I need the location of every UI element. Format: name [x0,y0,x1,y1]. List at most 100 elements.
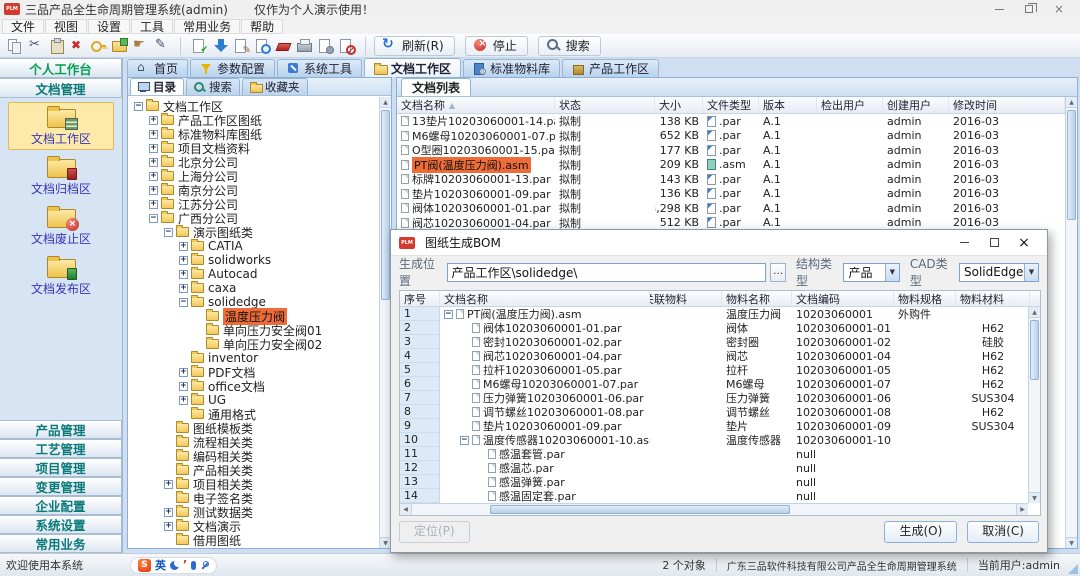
tree-node[interactable]: − 演示图纸类 [128,225,379,239]
column-header[interactable]: 状态 [555,97,655,113]
column-header[interactable]: 大小 [655,97,703,113]
tree-node[interactable]: + 北京分公司 [128,155,379,169]
bom-row[interactable]: 11 感温套管.par null [400,447,1028,461]
bom-row[interactable]: 10 −温度传感器10203060001-10.asm 温度传感器 102030… [400,433,1028,447]
hand-point-button[interactable] [130,35,151,56]
tree-node[interactable]: + 项目文档资料 [128,141,379,155]
tab-params[interactable]: 参数配置 [190,59,275,77]
ime-settings-icon[interactable] [200,561,209,570]
column-header[interactable]: 文档名称▲ [397,97,555,113]
tree-node[interactable]: − 广西分公司 [128,211,379,225]
tree-node[interactable]: + caxa [128,281,379,295]
sidebar-group[interactable]: 常用业务 [0,534,122,553]
dialog-minimize-button[interactable] [949,235,979,251]
sidebar-item-publish[interactable]: 文档发布区 [8,252,114,300]
sidebar-group[interactable]: 工艺管理 [0,439,122,458]
tree-node[interactable]: + 标准物料库图纸 [128,127,379,141]
sidebar-item-abolish[interactable]: × 文档废止区 [8,202,114,250]
tree-node[interactable]: 通用格式 [128,407,379,421]
subtab-favorites[interactable]: 收藏夹 [242,78,308,95]
bom-row[interactable]: 6 M6螺母10203060001-07.par M6螺母 1020306000… [400,377,1028,391]
document-row[interactable]: 13垫片10203060001-14.par 拟制 138 KB .par A.… [397,114,1065,129]
expand-icon[interactable]: + [164,480,173,489]
doc-properties-button[interactable] [315,35,336,56]
edit-button[interactable] [231,35,252,56]
tree-node[interactable]: + 南京分公司 [128,183,379,197]
print-button[interactable] [294,35,315,56]
resize-grip[interactable] [1068,564,1078,574]
tree-node[interactable]: + solidworks [128,253,379,267]
tree-node[interactable]: + 测试数据类 [128,505,379,519]
column-header[interactable]: 文档编码 [792,291,894,306]
tree-node[interactable]: + office文档 [128,379,379,393]
expand-icon[interactable]: + [149,158,158,167]
expand-icon[interactable]: + [179,242,188,251]
document-row[interactable]: 标牌10203060001-13.par 拟制 143 KB .par A.1 … [397,172,1065,187]
column-header[interactable]: 修改时间 [949,97,1065,113]
tree-node[interactable]: 产品相关类 [128,463,379,477]
scroll-up-icon[interactable]: ▲ [1029,307,1040,318]
check-in-button[interactable] [189,35,210,56]
bom-row[interactable]: 1 −PT阀(温度压力阀).asm 温度压力阀 10203060001 外购件 [400,307,1028,321]
menu-item[interactable]: 文件 [2,19,44,34]
paste-button[interactable] [46,35,67,56]
column-header[interactable]: 序号 [400,291,440,306]
tab-document-list[interactable]: 文档列表 [401,78,471,96]
tab-product[interactable]: 产品工作区 [562,59,659,77]
minimize-button[interactable] [984,1,1014,17]
dialog-close-button[interactable]: × [1009,235,1039,251]
sidebar-group[interactable]: 变更管理 [0,477,122,496]
document-row[interactable]: O型圈10203060001-15.par 拟制 177 KB .par A.1… [397,143,1065,158]
sidebar-group[interactable]: 产品管理 [0,420,122,439]
check-out-button[interactable] [210,35,231,56]
subtab-search[interactable]: 搜索 [186,78,240,95]
expand-icon[interactable]: + [149,116,158,125]
bom-row[interactable]: 2 阀体10203060001-01.par 阀体 10203060001-01… [400,321,1028,335]
tree-node[interactable]: 借用图纸 [128,533,379,547]
column-header[interactable]: 物料材料 [956,291,1030,306]
expand-icon[interactable]: + [179,270,188,279]
sidebar-group-personal-workbench[interactable]: 个人工作台 [0,58,122,78]
language-mode-indicator[interactable]: 英 [155,557,166,573]
locate-button[interactable]: 定位(P) [399,521,470,543]
refresh-button[interactable]: 刷新(R) [374,36,455,56]
column-header[interactable]: 物料名称 [722,291,792,306]
scrollbar-thumb[interactable] [381,110,390,300]
scroll-right-icon[interactable]: ▶ [1016,504,1028,515]
copy-button[interactable] [4,35,25,56]
expand-icon[interactable]: + [179,396,188,405]
scroll-down-icon[interactable]: ▼ [1029,492,1040,503]
tab-library[interactable]: 标准物料库 [463,59,560,77]
expand-icon[interactable]: + [179,256,188,265]
new-folder-button[interactable] [109,35,130,56]
column-header[interactable]: 文件类型 [703,97,759,113]
fullwidth-mode-icon[interactable] [170,561,179,570]
collapse-icon[interactable]: − [444,310,453,319]
scrollbar-thumb[interactable] [1030,320,1039,380]
column-header[interactable]: 创建用户 [883,97,949,113]
expand-icon[interactable]: + [179,368,188,377]
generate-location-input[interactable] [447,263,767,282]
collapse-icon[interactable]: − [179,298,188,307]
microphone-icon[interactable] [191,561,196,570]
bom-row[interactable]: 7 压力弹簧10203060001-06.par 压力弹簧 1020306000… [400,391,1028,405]
tree-node[interactable]: + Autocad [128,267,379,281]
tree-node[interactable]: + CATIA [128,239,379,253]
scrollbar-thumb[interactable] [490,505,790,514]
tree-node[interactable]: 电子签名类 [128,491,379,505]
bom-row[interactable]: 12 感温芯.par null [400,461,1028,475]
expand-icon[interactable]: + [149,130,158,139]
dialog-maximize-button[interactable] [979,235,1009,251]
preview-button[interactable] [252,35,273,56]
document-list-scrollbar[interactable]: ▲ ▼ [1065,97,1077,548]
scroll-up-icon[interactable]: ▲ [380,97,391,108]
bom-row[interactable]: 4 阀芯10203060001-04.par 阀芯 10203060001-04… [400,349,1028,363]
scroll-down-icon[interactable]: ▼ [1066,537,1077,548]
scrollbar-thumb[interactable] [1067,110,1076,220]
column-header[interactable]: 物料规格 [894,291,956,306]
document-row[interactable]: M6螺母10203060001-07.par 拟制 652 KB .par A.… [397,129,1065,144]
tree-node[interactable]: + 上海分公司 [128,169,379,183]
menu-item[interactable]: 帮助 [241,19,283,34]
tab-folder[interactable]: 文档工作区 [364,58,461,77]
pen-button[interactable] [151,35,172,56]
